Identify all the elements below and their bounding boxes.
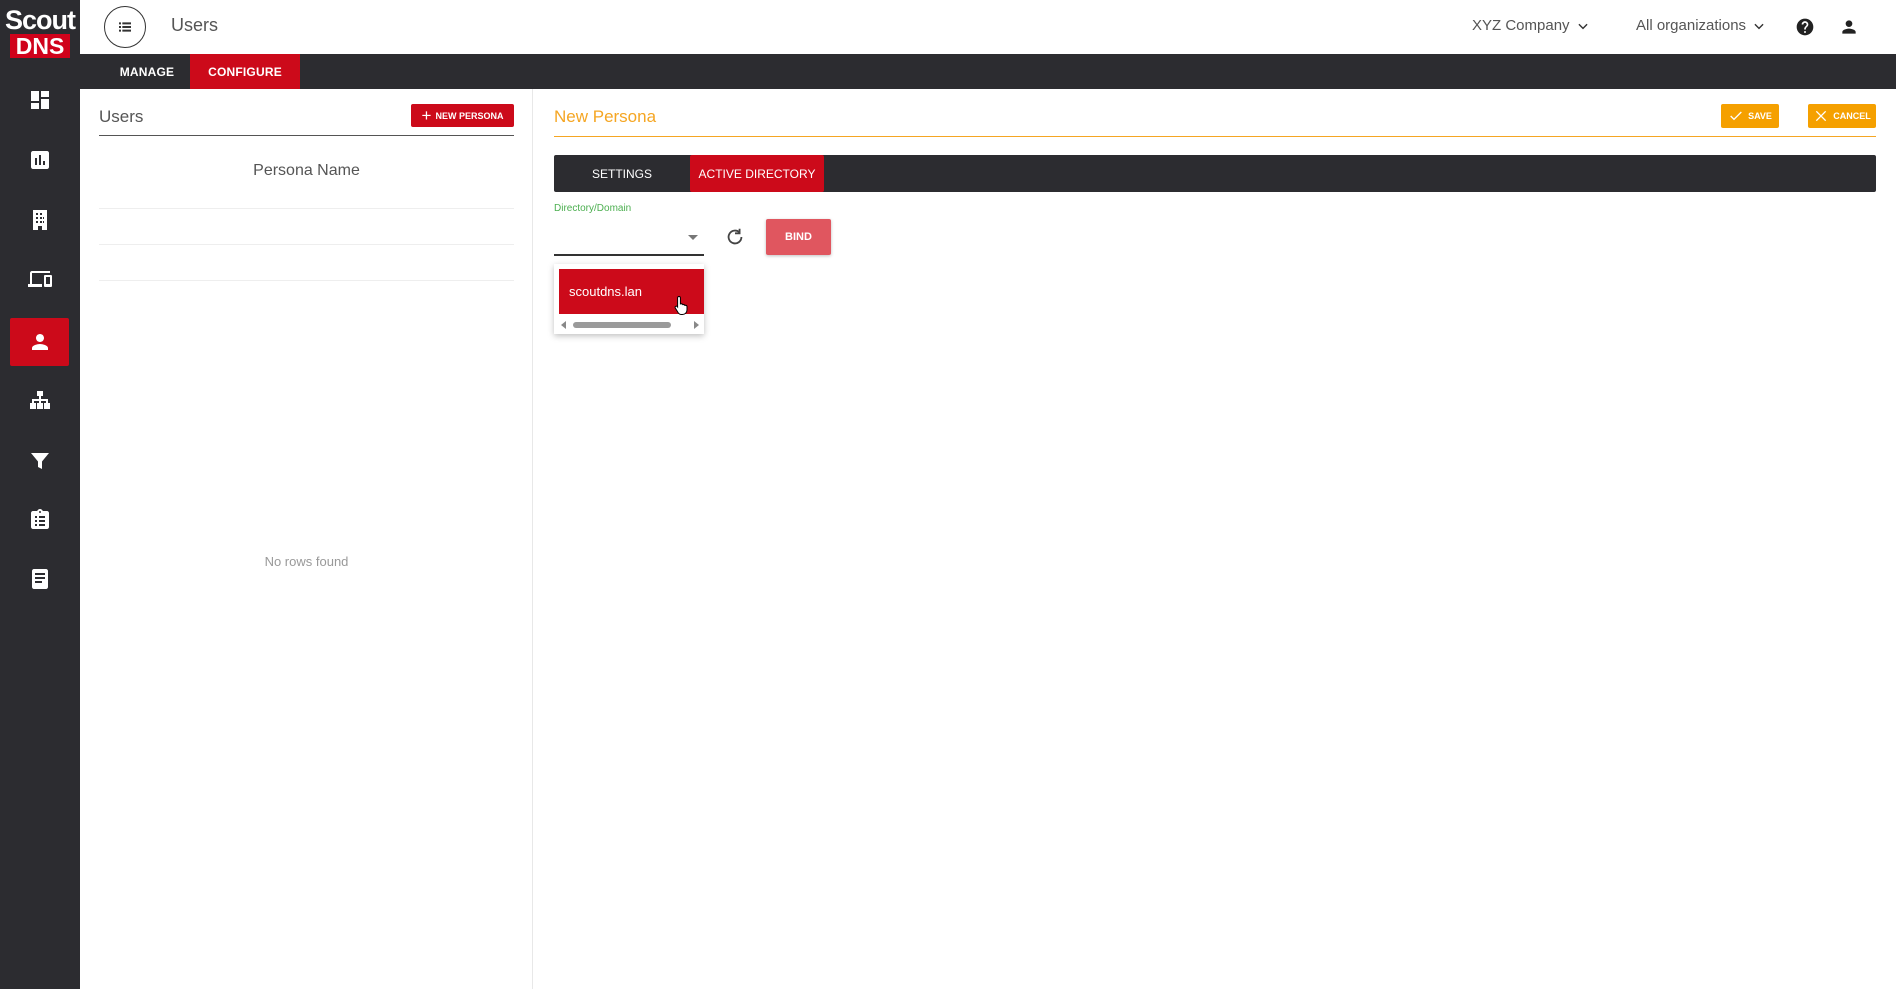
reports-icon bbox=[30, 151, 49, 169]
company-label: XYZ Company bbox=[1472, 17, 1570, 34]
sidebar-item-users[interactable] bbox=[10, 318, 69, 366]
company-dropdown[interactable]: XYZ Company bbox=[1472, 17, 1590, 34]
logo-line1: Scout bbox=[4, 5, 76, 35]
dropdown-option-label: scoutdns.lan bbox=[569, 284, 642, 299]
organization-label: All organizations bbox=[1636, 17, 1747, 34]
cancel-label: CANCEL bbox=[1833, 111, 1871, 121]
sidebar-item-docs[interactable] bbox=[10, 555, 69, 603]
divider bbox=[99, 208, 514, 209]
devices-icon bbox=[27, 271, 52, 287]
logo-line2: DNS bbox=[9, 34, 71, 58]
help-icon bbox=[1796, 18, 1814, 36]
directory-domain-select[interactable] bbox=[554, 219, 704, 256]
persona-list-panel: Users + NEW PERSONA Persona Name No rows… bbox=[80, 89, 533, 989]
refresh-button[interactable] bbox=[724, 226, 746, 248]
checklist-icon bbox=[30, 509, 49, 529]
chevron-down-icon bbox=[1754, 23, 1764, 29]
horizontal-scrollbar[interactable] bbox=[559, 320, 701, 330]
caret-down-icon bbox=[688, 235, 698, 240]
panel-title: Users bbox=[99, 107, 144, 126]
refresh-icon bbox=[727, 228, 743, 245]
check-icon bbox=[1730, 111, 1742, 121]
scroll-right-icon[interactable] bbox=[694, 321, 699, 329]
scrollbar-thumb[interactable] bbox=[573, 322, 671, 328]
filter-icon bbox=[30, 453, 49, 469]
hand-cursor-icon bbox=[674, 295, 688, 315]
tab-settings[interactable]: SETTINGS bbox=[554, 155, 690, 192]
tab-manage[interactable]: MANAGE bbox=[92, 54, 202, 89]
persona-title: New Persona bbox=[554, 107, 657, 126]
page-title: Users bbox=[171, 15, 219, 35]
empty-message: No rows found bbox=[264, 554, 349, 569]
tab-configure[interactable]: CONFIGURE bbox=[190, 54, 300, 89]
sidebar-item-reports[interactable] bbox=[10, 136, 69, 184]
scroll-left-icon[interactable] bbox=[561, 321, 566, 329]
network-icon bbox=[29, 391, 50, 409]
new-persona-button[interactable]: + NEW PERSONA bbox=[411, 104, 514, 127]
chevron-down-icon bbox=[1577, 23, 1588, 29]
close-icon bbox=[1816, 110, 1827, 122]
building-icon bbox=[32, 210, 47, 230]
save-button[interactable]: SAVE bbox=[1721, 104, 1779, 128]
divider bbox=[554, 136, 1876, 137]
dashboard-icon bbox=[30, 91, 49, 109]
account-button[interactable] bbox=[1838, 16, 1860, 38]
directory-domain-label: Directory/Domain bbox=[554, 203, 632, 214]
plus-icon: + bbox=[421, 105, 432, 125]
main-nav: MANAGE CONFIGURE bbox=[80, 54, 1896, 89]
book-icon bbox=[31, 569, 48, 589]
sidebar-item-devices[interactable] bbox=[10, 255, 69, 303]
new-persona-label: NEW PERSONA bbox=[435, 110, 504, 121]
sidebar-item-networks[interactable] bbox=[10, 377, 69, 425]
sidebar-item-filters[interactable] bbox=[10, 437, 69, 485]
dropdown-option[interactable]: scoutdns.lan bbox=[559, 269, 704, 315]
sidebar-rail: Scout DNS bbox=[0, 0, 80, 989]
column-header-persona-name[interactable]: Persona Name bbox=[99, 162, 514, 180]
sidebar-item-policies[interactable] bbox=[10, 496, 69, 544]
save-label: SAVE bbox=[1748, 111, 1772, 121]
scoutdns-logo[interactable]: Scout DNS bbox=[0, 0, 80, 62]
directory-dropdown-menu: scoutdns.lan bbox=[554, 264, 704, 334]
help-button[interactable] bbox=[1794, 16, 1816, 38]
divider bbox=[99, 244, 514, 245]
divider bbox=[99, 135, 514, 136]
persona-tabs: SETTINGS ACTIVE DIRECTORY bbox=[554, 155, 1876, 192]
organization-dropdown[interactable]: All organizations bbox=[1636, 17, 1766, 34]
cancel-button[interactable]: CANCEL bbox=[1808, 104, 1876, 128]
divider bbox=[99, 280, 514, 281]
list-icon bbox=[119, 22, 131, 32]
sidebar-item-dashboard[interactable] bbox=[10, 76, 69, 124]
bind-button[interactable]: BIND bbox=[766, 219, 831, 255]
sidebar-item-organizations[interactable] bbox=[10, 196, 69, 244]
account-icon bbox=[1842, 20, 1856, 34]
top-bar: Users XYZ Company All organizations bbox=[80, 0, 1896, 54]
user-icon bbox=[31, 334, 48, 350]
menu-toggle-button[interactable] bbox=[104, 6, 146, 48]
tab-active-directory[interactable]: ACTIVE DIRECTORY bbox=[690, 155, 824, 192]
